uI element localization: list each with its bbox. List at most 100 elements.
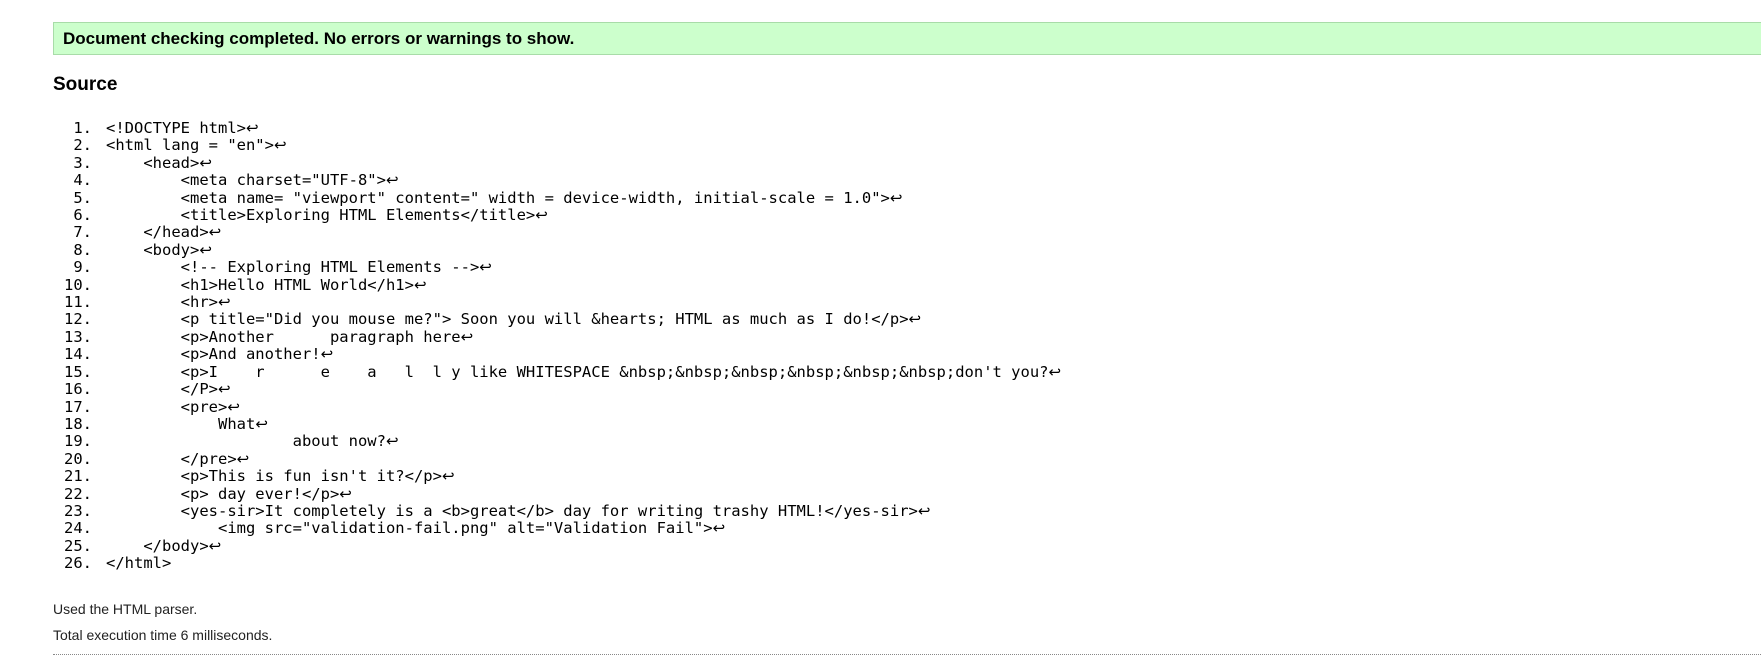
line-code: <!-- Exploring HTML Elements -->↩ bbox=[92, 259, 492, 276]
source-line: 11. <hr>↩ bbox=[53, 293, 1061, 312]
source-line: 22. <p> day ever!</p>↩ bbox=[53, 484, 1061, 503]
line-number: 13. bbox=[64, 327, 92, 346]
line-text: <!-- Exploring HTML Elements --> bbox=[106, 258, 480, 277]
line-code: <html lang = "en">↩ bbox=[92, 137, 287, 154]
line-number: 24. bbox=[64, 519, 92, 538]
source-line: 18. What↩ bbox=[53, 414, 1061, 433]
line-end-icon: ↩ bbox=[908, 310, 922, 329]
source-line: 1. <!DOCTYPE html>↩ bbox=[53, 119, 1061, 137]
line-number: 20. bbox=[64, 449, 92, 468]
line-text: <p>I r e a l l y like WHITESPACE &nbsp;&… bbox=[106, 362, 1049, 381]
line-text: <h1>Hello HTML World</h1> bbox=[106, 275, 414, 294]
line-text: <pre> bbox=[106, 397, 228, 416]
line-code: <title>Exploring HTML Elements</title>↩ bbox=[92, 206, 548, 224]
line-code: <p title="Did you mouse me?"> Soon you w… bbox=[92, 311, 921, 328]
source-line: 5. <meta name= "viewport" content=" widt… bbox=[53, 188, 1061, 207]
line-number: 17. bbox=[64, 397, 92, 416]
line-text: <html lang = "en"> bbox=[106, 136, 274, 155]
line-text: about now? bbox=[106, 432, 386, 451]
source-line: 19. about now?↩ bbox=[53, 432, 1061, 451]
source-line: 16. </P>↩ bbox=[53, 380, 1061, 399]
source-line: 9. <!-- Exploring HTML Elements -->↩ bbox=[53, 258, 1061, 276]
source-line: 17. <pre>↩ bbox=[53, 397, 1061, 416]
line-end-icon: ↩ bbox=[712, 519, 726, 538]
line-text: </body> bbox=[106, 536, 209, 555]
source-line: 13. <p>Another paragraph here↩ bbox=[53, 327, 1061, 346]
line-number: 2. bbox=[73, 136, 92, 155]
line-text: <meta charset="UTF-8"> bbox=[106, 171, 386, 190]
source-line: 26. </html> bbox=[53, 554, 1061, 573]
source-line: 23. <yes-sir>It completely is a <b>great… bbox=[53, 501, 1061, 520]
source-line: 6. <title>Exploring HTML Elements</title… bbox=[53, 206, 1061, 224]
line-code: </body>↩ bbox=[92, 536, 222, 555]
line-number: 22. bbox=[64, 484, 92, 503]
line-text: <head> bbox=[106, 153, 200, 172]
line-end-icon: ↩ bbox=[385, 432, 399, 451]
line-number: 18. bbox=[64, 414, 92, 433]
line-number: 16. bbox=[64, 380, 92, 399]
source-line: 24. <img src="validation-fail.png" alt="… bbox=[53, 519, 1061, 538]
line-text: <p>Another paragraph here bbox=[106, 327, 461, 346]
source-line: 12. <p title="Did you mouse me?"> Soon y… bbox=[53, 310, 1061, 329]
source-line: 21. <p>This is fun isn't it?</p>↩ bbox=[53, 467, 1061, 486]
line-number: 3. bbox=[73, 153, 92, 172]
line-code: </P>↩ bbox=[92, 380, 231, 399]
line-text: <!DOCTYPE html> bbox=[106, 119, 246, 137]
line-number: 5. bbox=[73, 188, 92, 207]
line-end-icon: ↩ bbox=[320, 345, 334, 364]
line-number: 4. bbox=[73, 171, 92, 190]
line-end-icon: ↩ bbox=[1048, 362, 1062, 381]
line-end-icon: ↩ bbox=[236, 449, 250, 468]
line-end-icon: ↩ bbox=[217, 380, 231, 399]
line-end-icon: ↩ bbox=[441, 467, 455, 486]
line-end-icon: ↩ bbox=[255, 414, 268, 433]
line-end-icon: ↩ bbox=[199, 153, 212, 172]
line-number: 21. bbox=[64, 467, 92, 486]
success-banner: Document checking completed. No errors o… bbox=[53, 22, 1761, 55]
source-heading: Source bbox=[53, 74, 118, 95]
line-text: What bbox=[106, 414, 256, 433]
line-code: <head>↩ bbox=[92, 153, 212, 172]
line-end-icon: ↩ bbox=[413, 275, 427, 294]
line-end-icon: ↩ bbox=[227, 397, 240, 416]
line-code: about now?↩ bbox=[92, 433, 399, 450]
line-end-icon: ↩ bbox=[273, 136, 287, 155]
line-number: 26. bbox=[64, 554, 92, 573]
success-message: Document checking completed. No errors o… bbox=[63, 29, 575, 48]
line-number: 12. bbox=[64, 310, 92, 329]
line-text: </P> bbox=[106, 380, 218, 399]
line-text: <meta name= "viewport" content=" width =… bbox=[106, 188, 890, 207]
line-text: <hr> bbox=[106, 293, 218, 312]
line-end-icon: ↩ bbox=[217, 293, 231, 312]
line-code: <yes-sir>It completely is a <b>great</b>… bbox=[92, 501, 931, 520]
line-code: <p>And another!↩ bbox=[92, 345, 334, 364]
line-code: <meta name= "viewport" content=" width =… bbox=[92, 188, 903, 207]
line-number: 19. bbox=[64, 432, 92, 451]
line-number: 14. bbox=[64, 345, 92, 364]
source-line: 4. <meta charset="UTF-8">↩ bbox=[53, 171, 1061, 190]
line-code: <p>This is fun isn't it?</p>↩ bbox=[92, 467, 455, 486]
source-line: 2. <html lang = "en">↩ bbox=[53, 136, 1061, 155]
line-number: 7. bbox=[73, 223, 92, 242]
line-code: <meta charset="UTF-8">↩ bbox=[92, 172, 399, 189]
line-end-icon: ↩ bbox=[208, 536, 222, 555]
source-line: 20. </pre>↩ bbox=[53, 449, 1061, 468]
line-end-icon: ↩ bbox=[460, 327, 474, 346]
line-text: <p>This is fun isn't it?</p> bbox=[106, 467, 442, 486]
line-number: 23. bbox=[64, 501, 92, 520]
line-text: </html> bbox=[106, 554, 172, 573]
line-number: 8. bbox=[73, 240, 92, 259]
footer-divider bbox=[53, 654, 1761, 655]
source-code-listing: 1. <!DOCTYPE html>↩ 2. <html lang = "en">↩ 3… bbox=[53, 119, 1062, 573]
line-number: 15. bbox=[64, 362, 92, 381]
line-text: <yes-sir>It completely is a <b>great</b>… bbox=[106, 501, 918, 520]
line-code: <p>I r e a l l y like WHITESPACE &nbsp;&… bbox=[92, 362, 1062, 381]
line-end-icon: ↩ bbox=[479, 258, 492, 277]
line-end-icon: ↩ bbox=[245, 119, 259, 137]
parser-note: Used the HTML parser. bbox=[53, 601, 198, 617]
line-end-icon: ↩ bbox=[917, 501, 931, 520]
line-text: <img src="validation-fail.png" alt="Vali… bbox=[106, 519, 713, 538]
line-number: 10. bbox=[64, 275, 92, 294]
line-text: <p> day ever!</p> bbox=[106, 484, 340, 503]
source-line: 8. <body>↩ bbox=[53, 240, 1061, 259]
